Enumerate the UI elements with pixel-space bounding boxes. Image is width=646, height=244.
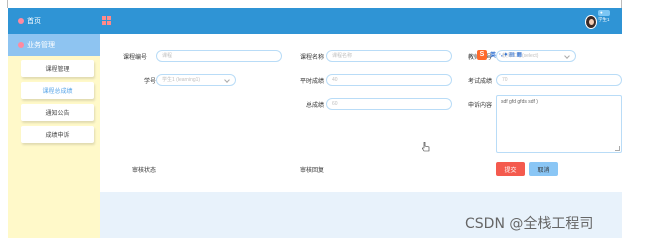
user-name: 学生1 bbox=[598, 17, 610, 22]
sidebar-item-course-management[interactable]: 课程管理 bbox=[21, 60, 94, 77]
course-name-input[interactable]: 课程名称 bbox=[326, 50, 452, 62]
submit-button[interactable]: 提交 bbox=[496, 162, 525, 176]
top-bar: ● 学生1 bbox=[100, 8, 622, 34]
sogou-ime-icon: S bbox=[477, 49, 487, 60]
sidebar-item-notices[interactable]: 通知公告 bbox=[21, 104, 94, 121]
sidebar-item-course-total-score[interactable]: 课程总成绩 bbox=[21, 82, 94, 99]
user-badge: ● bbox=[598, 10, 610, 16]
sidebar-item-label: 课程总成绩 bbox=[42, 89, 73, 95]
appeal-content-value: sdf gfd gfds sdf ) bbox=[501, 99, 538, 105]
review-status-label: 审核状态 bbox=[131, 168, 156, 174]
sidebar-item-label: 成绩申诉 bbox=[45, 133, 70, 139]
menu-grid-icon[interactable] bbox=[102, 16, 111, 25]
user-info[interactable]: ● 学生1 bbox=[598, 10, 610, 24]
watermark: CSDN @全栈工程司 bbox=[465, 216, 594, 232]
appeal-content-textarea[interactable]: sdf gfd gfds sdf ) bbox=[496, 95, 622, 153]
chevron-down-icon bbox=[564, 53, 570, 59]
sidebar-home[interactable]: 首页 bbox=[8, 8, 100, 34]
home-icon bbox=[18, 18, 24, 24]
sidebar-item-label: 课程管理 bbox=[45, 67, 70, 73]
exam-score-input[interactable]: 70 bbox=[496, 74, 622, 86]
app-window: 首页 业务管理 课程管理 课程总成绩 通知公告 成绩申诉 ● 学生1 课程编号 … bbox=[8, 8, 622, 238]
usual-score-input[interactable]: 40 bbox=[326, 74, 452, 86]
form-card: 课程编号 课程 课程名称 课程名称 教师工号 教师工号(select) 学号 学… bbox=[100, 34, 622, 192]
cancel-button[interactable]: 取消 bbox=[529, 162, 558, 176]
hand-cursor-icon bbox=[422, 142, 430, 152]
menu-icon bbox=[18, 42, 24, 48]
sidebar: 首页 业务管理 课程管理 课程总成绩 通知公告 成绩申诉 bbox=[8, 8, 100, 238]
ime-tools[interactable]: ·, ♦ ▤ ▦ bbox=[499, 51, 522, 58]
ime-toolbar[interactable]: S 英 ·, ♦ ▤ ▦ bbox=[477, 49, 522, 60]
sidebar-group-label: 业务管理 bbox=[27, 42, 55, 49]
student-no-label: 学号 bbox=[143, 79, 156, 85]
course-no-input[interactable]: 课程 bbox=[156, 50, 282, 62]
total-score-input[interactable]: 60 bbox=[326, 98, 452, 110]
sidebar-item-score-appeal[interactable]: 成绩申诉 bbox=[21, 126, 94, 143]
user-avatar[interactable] bbox=[585, 15, 597, 29]
appeal-content-label: 申诉内容 bbox=[467, 103, 492, 109]
resize-handle-icon[interactable] bbox=[615, 146, 620, 151]
student-no-select[interactable]: 学生1 (learning1) bbox=[156, 74, 236, 86]
exam-score-label: 考试成绩 bbox=[467, 79, 492, 85]
course-no-label: 课程编号 bbox=[122, 55, 147, 61]
ime-mode[interactable]: 英 bbox=[490, 50, 496, 59]
student-no-value: 学生1 (learning1) bbox=[162, 77, 201, 83]
usual-score-label: 平时成绩 bbox=[299, 79, 324, 85]
sidebar-item-label: 通知公告 bbox=[45, 111, 70, 117]
document-edge-right bbox=[621, 0, 622, 8]
review-reply-label: 审核回复 bbox=[299, 168, 324, 174]
sidebar-group-business[interactable]: 业务管理 bbox=[8, 34, 100, 56]
course-name-label: 课程名称 bbox=[299, 55, 324, 61]
document-edge-left bbox=[7, 0, 8, 8]
chevron-down-icon bbox=[224, 77, 230, 83]
total-score-label: 总成绩 bbox=[305, 103, 324, 109]
sidebar-home-label: 首页 bbox=[27, 18, 41, 25]
